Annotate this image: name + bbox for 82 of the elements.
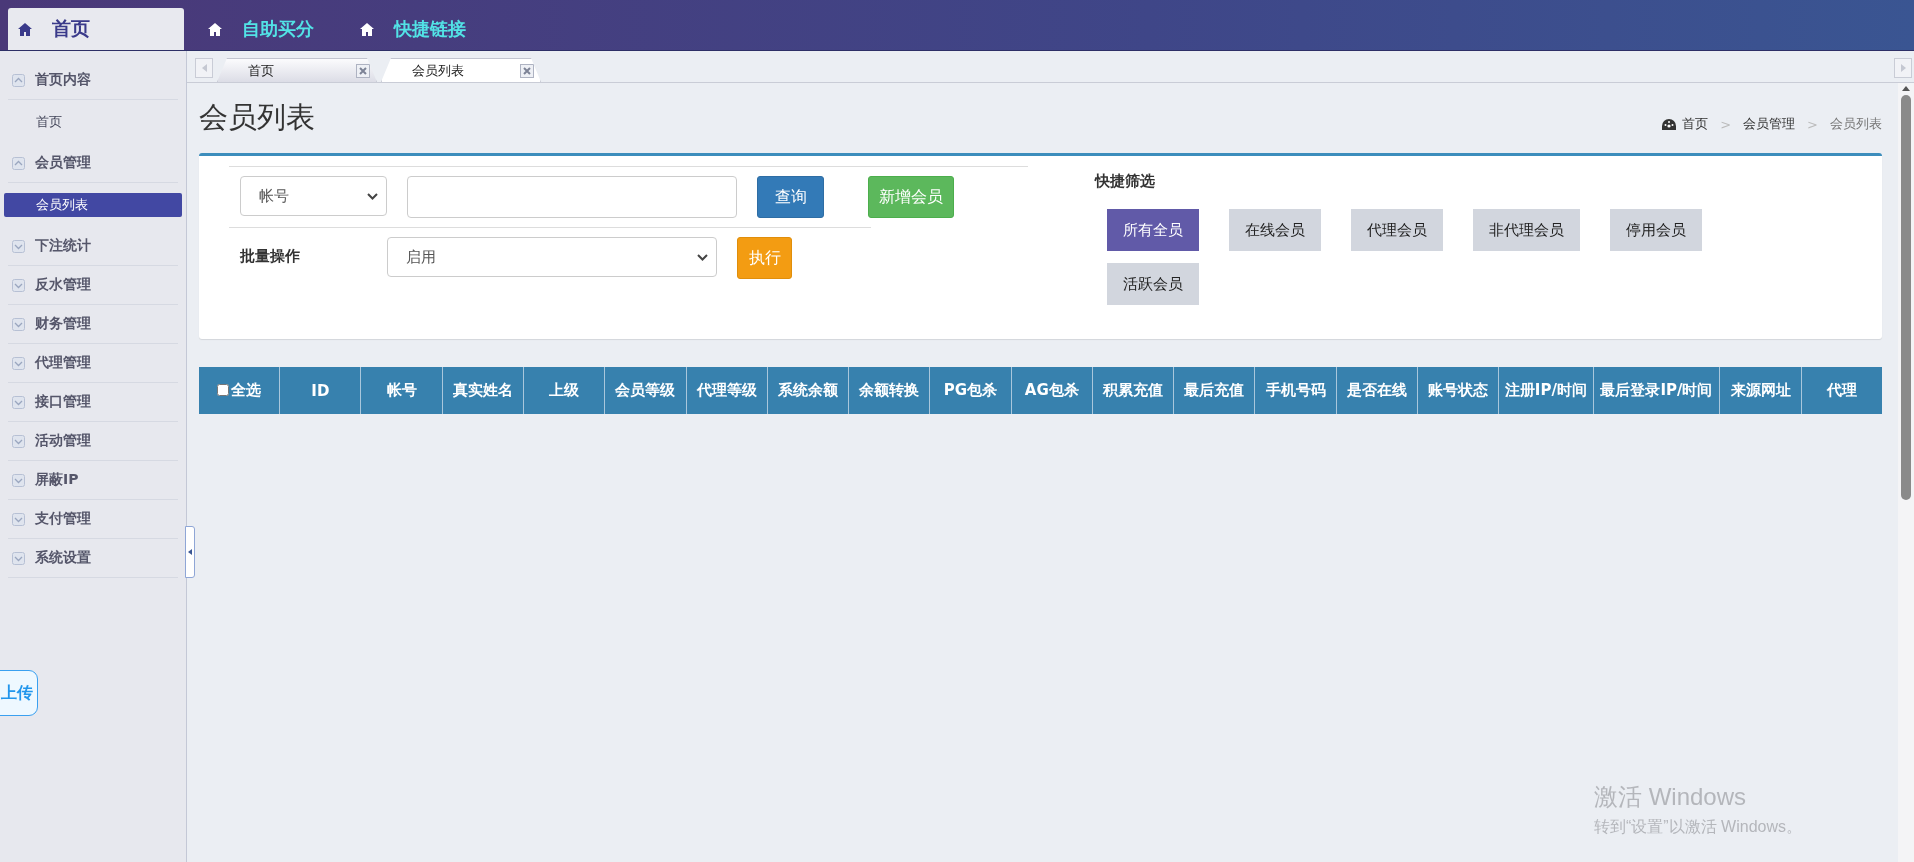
column-header: 账号状态: [1417, 367, 1499, 414]
nav-tab[interactable]: 快捷链接: [350, 8, 482, 50]
sidebar-item[interactable]: 会员列表: [4, 193, 182, 217]
expand-icon[interactable]: [12, 395, 25, 409]
filter-button[interactable]: 停用会员: [1610, 209, 1702, 251]
column-header: 帐号: [361, 367, 443, 414]
query-button[interactable]: 查询: [757, 176, 824, 218]
column-header: 余额转换: [848, 367, 930, 414]
sidebar-group[interactable]: 代理管理: [35, 354, 91, 372]
nav-tab[interactable]: 自助买分: [198, 8, 330, 50]
column-header: 系统余额: [767, 367, 849, 414]
collapse-handle[interactable]: [185, 526, 195, 578]
field-select[interactable]: 帐号: [240, 176, 387, 216]
column-header: 上级: [523, 367, 605, 414]
close-icon[interactable]: [356, 63, 370, 78]
select-all-checkbox[interactable]: [217, 384, 230, 397]
search-field[interactable]: [407, 176, 737, 218]
expand-icon[interactable]: [12, 356, 25, 370]
sidebar-group[interactable]: 接口管理: [35, 393, 91, 411]
select-all-label[interactable]: 全选: [231, 380, 262, 400]
sidebar-group[interactable]: 财务管理: [35, 315, 91, 333]
sidebar-group[interactable]: 下注统计: [35, 237, 91, 255]
column-header: 注册IP/时间: [1498, 367, 1594, 414]
triangle-left-icon: [201, 64, 207, 72]
close-icon[interactable]: [520, 63, 534, 78]
triangle-right-icon: [1900, 64, 1906, 72]
column-header: 会员等级: [604, 367, 687, 414]
column-header: 来源网址: [1719, 367, 1802, 414]
expand-icon[interactable]: [12, 473, 25, 487]
sidebar-group[interactable]: 屏蔽IP: [35, 471, 79, 489]
filter-button[interactable]: 在线会员: [1229, 209, 1321, 251]
scroll-left-button[interactable]: [195, 58, 213, 78]
expand-icon[interactable]: [12, 239, 25, 253]
caret-icon: [367, 192, 378, 200]
filter-button[interactable]: 代理会员: [1351, 209, 1443, 251]
column-header: 是否在线: [1336, 367, 1418, 414]
expand-icon[interactable]: [12, 512, 25, 526]
breadcrumb-link[interactable]: 会员列表: [1830, 115, 1882, 133]
sidebar-group[interactable]: 系统设置: [35, 549, 91, 567]
sidebar-group[interactable]: 反水管理: [35, 276, 91, 294]
home-icon: [360, 22, 374, 36]
sidebar-group[interactable]: 首页内容: [35, 71, 91, 89]
sidebar-group[interactable]: 活动管理: [35, 432, 91, 450]
home-icon: [208, 22, 222, 36]
column-header: 最后登录IP/时间: [1593, 367, 1720, 414]
expand-icon[interactable]: [12, 317, 25, 331]
filter-button[interactable]: 所有全员: [1107, 209, 1199, 251]
column-header: PG包杀: [929, 367, 1012, 414]
breadcrumb-link[interactable]: 会员管理: [1743, 115, 1796, 133]
sidebar-group[interactable]: 会员管理: [35, 154, 91, 172]
page-tab[interactable]: 会员列表: [381, 58, 541, 82]
page-title: 会员列表: [199, 99, 315, 136]
column-header: 最后充值: [1173, 367, 1255, 414]
quick-filter-title: 快捷筛选: [1095, 172, 1156, 191]
column-header: 代理等级: [686, 367, 768, 414]
expand-icon[interactable]: [12, 434, 25, 448]
action-select[interactable]: 启用: [387, 237, 717, 277]
sidebar-group[interactable]: 支付管理: [35, 510, 91, 528]
filter-button[interactable]: 活跃会员: [1107, 263, 1199, 305]
home-icon: [18, 22, 32, 36]
expand-icon[interactable]: [12, 278, 25, 292]
activation-title: 激活 Windows: [1594, 782, 1748, 812]
column-header: 积累充值: [1092, 367, 1174, 414]
column-header: ID: [279, 367, 361, 414]
filter-button[interactable]: 非代理会员: [1473, 209, 1580, 251]
expand-icon[interactable]: [12, 551, 25, 565]
nav-tab[interactable]: 首页: [8, 8, 184, 50]
sidebar-item[interactable]: 首页: [4, 110, 182, 134]
breadcrumb-separator: >: [1807, 116, 1818, 132]
batch-label: 批量操作: [240, 246, 301, 266]
collapse-icon[interactable]: [12, 156, 25, 170]
breadcrumb-separator: >: [1720, 116, 1732, 132]
column-header: 代理: [1801, 367, 1882, 414]
column-header: AG包杀: [1011, 367, 1093, 414]
column-header: 手机号码: [1254, 367, 1337, 414]
page-tab[interactable]: 首页: [217, 58, 377, 82]
caret-icon: [697, 253, 708, 261]
breadcrumb-link[interactable]: 首页: [1662, 115, 1709, 133]
dashboard-icon: [1662, 118, 1677, 130]
collapse-icon[interactable]: [12, 73, 25, 87]
scroll-right-button[interactable]: [1894, 58, 1912, 78]
column-header: 真实姓名: [442, 367, 524, 414]
